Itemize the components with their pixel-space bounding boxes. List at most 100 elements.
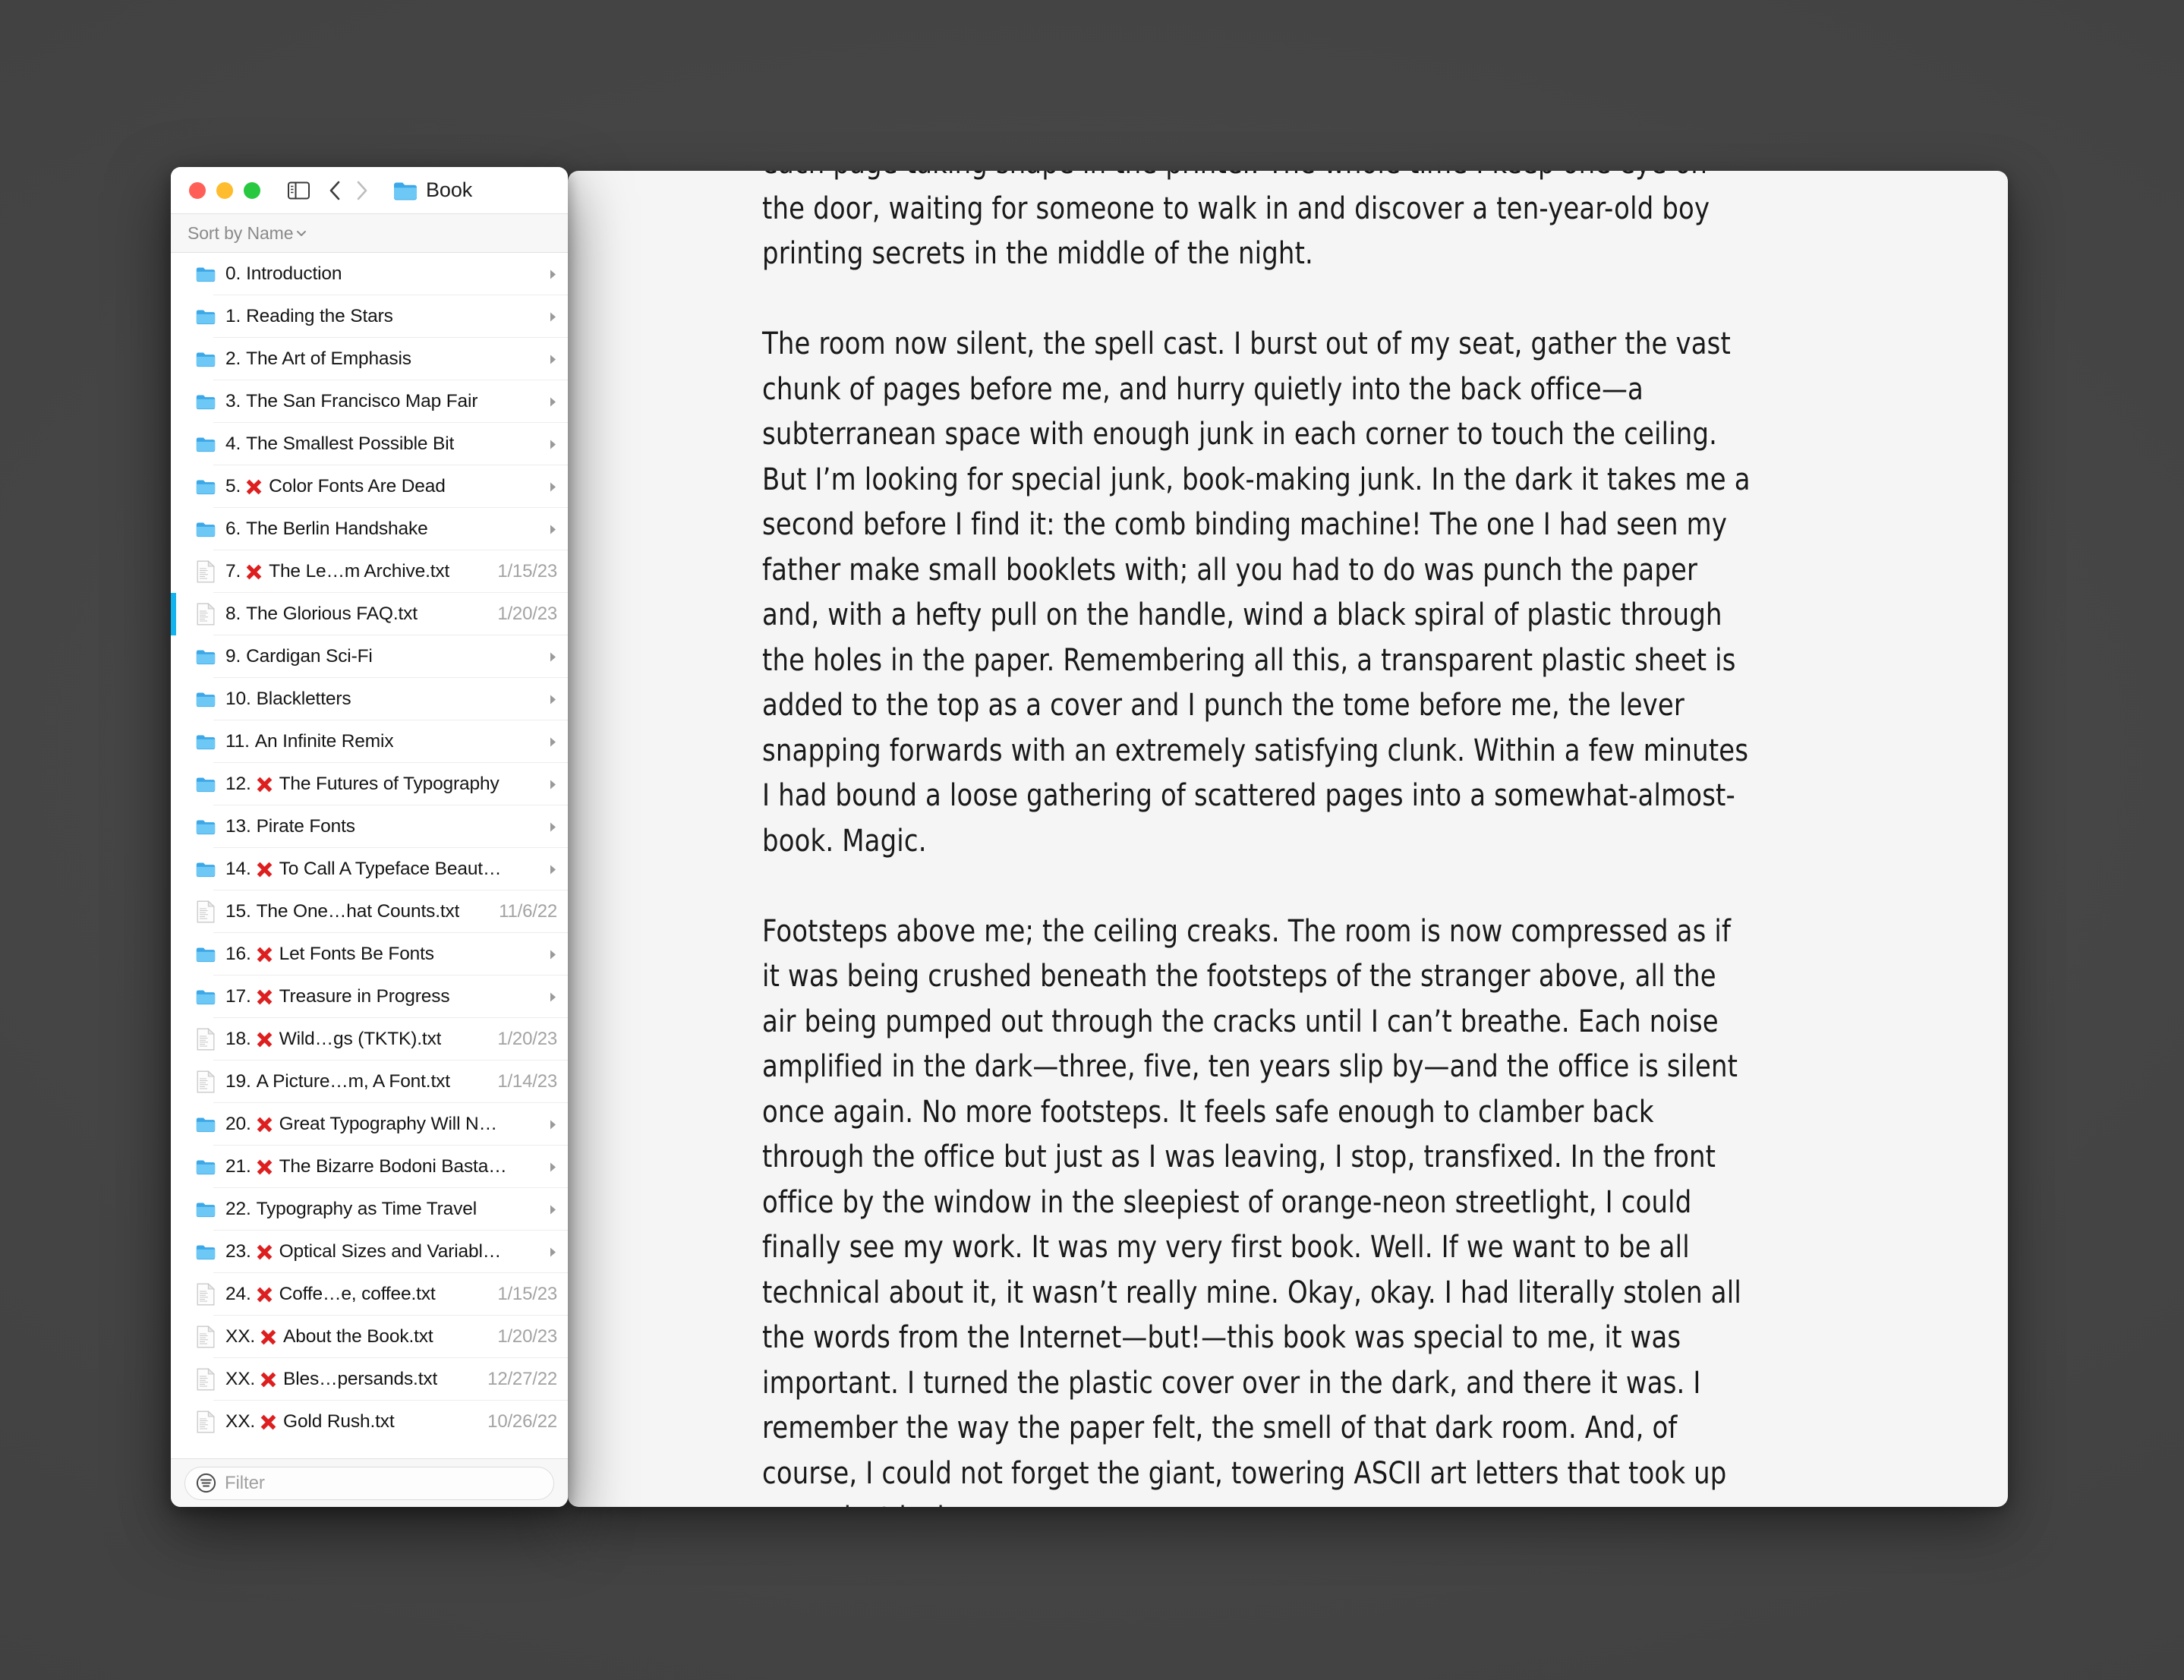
file-list-row[interactable]: XX. About the Book.txt 1/20/23: [171, 1316, 568, 1358]
disclosure-arrow[interactable]: [545, 439, 557, 450]
filter-input[interactable]: Filter: [184, 1466, 554, 1500]
file-list-row[interactable]: 24. Coffe…e, coffee.txt 1/15/23: [171, 1273, 568, 1316]
file-list-row[interactable]: 17. Treasure in Progress: [171, 976, 568, 1018]
file-row-number: 2.: [225, 348, 241, 369]
disclosure-arrow[interactable]: [545, 354, 557, 365]
cross-mark-icon: [255, 775, 274, 794]
file-list-row[interactable]: 22. Typography as Time Travel: [171, 1188, 568, 1231]
file-row-name: The Smallest Possible Bit: [246, 433, 455, 454]
file-list-row[interactable]: 0. Introduction: [171, 253, 568, 295]
file-list-row[interactable]: 20. Great Typography Will N…: [171, 1103, 568, 1146]
chevron-left-icon: [329, 181, 340, 200]
file-list-row[interactable]: 6. The Berlin Handshake: [171, 508, 568, 550]
disclosure-arrow[interactable]: [545, 736, 557, 748]
chevron-right-icon: [550, 1162, 556, 1171]
folder-icon: [196, 267, 216, 282]
file-row-number: XX.: [225, 1326, 256, 1347]
disclosure-arrow[interactable]: [545, 991, 557, 1003]
folder-icon: [196, 347, 216, 371]
maximize-button[interactable]: [244, 181, 260, 199]
disclosure-arrow[interactable]: [545, 779, 557, 790]
file-list-row[interactable]: XX. Gold Rush.txt 10/26/22: [171, 1401, 568, 1443]
file-row-name: The Art of Emphasis: [246, 348, 411, 369]
file-row-number: 19.: [225, 1071, 251, 1092]
disclosure-arrow[interactable]: [545, 949, 557, 960]
disclosure-arrow[interactable]: [545, 524, 557, 535]
file-row-label: 21. The Bizarre Bodoni Basta…: [225, 1156, 537, 1177]
file-list-row[interactable]: 13. Pirate Fonts: [171, 805, 568, 848]
file-row-name: To Call A Typeface Beaut…: [279, 859, 502, 879]
file-list-row[interactable]: 9. Cardigan Sci-Fi: [171, 635, 568, 678]
file-list-row[interactable]: 21. The Bizarre Bodoni Basta…: [171, 1146, 568, 1188]
disclosure-arrow[interactable]: [545, 1204, 557, 1215]
file-list-row[interactable]: 2. The Art of Emphasis: [171, 338, 568, 380]
file-row-date: 1/20/23: [497, 604, 557, 624]
file-list-row[interactable]: 5. Color Fonts Are Dead: [171, 465, 568, 508]
file-list-row[interactable]: 12. The Futures of Typography: [171, 763, 568, 805]
file-row-number: 10.: [225, 689, 251, 709]
chevron-right-icon: [550, 780, 556, 789]
file-list-row[interactable]: 14. To Call A Typeface Beaut…: [171, 848, 568, 890]
file-row-label: 13. Pirate Fonts: [225, 816, 537, 837]
back-button[interactable]: [323, 179, 346, 202]
sidebar-icon: [288, 181, 310, 199]
disclosure-arrow[interactable]: [545, 1162, 557, 1173]
document-paragraph: each page taking shape in the printer. T…: [762, 171, 1710, 271]
file-row-name: The One…hat Counts.txt: [256, 901, 460, 922]
disclosure-arrow[interactable]: [545, 481, 557, 493]
file-row-label: 14. To Call A Typeface Beaut…: [225, 859, 537, 880]
file-list-row[interactable]: 18. Wild…gs (TKTK).txt 1/20/23: [171, 1018, 568, 1061]
disclosure-arrow[interactable]: [545, 269, 557, 280]
cross-mark-icon: [255, 1115, 274, 1134]
file-list-row[interactable]: 16. Let Fonts Be Fonts: [171, 933, 568, 976]
sort-bar[interactable]: Sort by Name: [171, 214, 568, 253]
file-list-row[interactable]: 15. The One…hat Counts.txt 11/6/22: [171, 890, 568, 933]
file-row-label: 23. Optical Sizes and Variabl…: [225, 1241, 537, 1262]
text-file-icon: [197, 560, 215, 583]
file-row-label: 11. An Infinite Remix: [225, 731, 537, 752]
disclosure-arrow[interactable]: [545, 864, 557, 875]
forward-button[interactable]: [351, 179, 373, 202]
document-scroll-area[interactable]: each page taking shape in the printer. T…: [568, 171, 2008, 1507]
file-list-row[interactable]: 19. A Picture…m, A Font.txt 1/14/23: [171, 1061, 568, 1103]
cross-mark-icon: [257, 1287, 272, 1302]
file-list-row[interactable]: 4. The Smallest Possible Bit: [171, 423, 568, 465]
file-list-row[interactable]: 3. The San Francisco Map Fair: [171, 380, 568, 423]
document-panel[interactable]: each page taking shape in the printer. T…: [568, 171, 2008, 1507]
close-button[interactable]: [189, 181, 206, 199]
cross-mark-icon: [260, 1414, 276, 1429]
file-list-row[interactable]: 1. Reading the Stars: [171, 295, 568, 338]
disclosure-arrow[interactable]: [545, 651, 557, 663]
disclosure-arrow[interactable]: [545, 1119, 557, 1130]
text-file-icon: [196, 900, 216, 924]
file-list-row[interactable]: 8. The Glorious FAQ.txt 1/20/23: [171, 593, 568, 635]
file-row-label: 6. The Berlin Handshake: [225, 518, 537, 540]
file-row-name: Cardigan Sci-Fi: [246, 646, 373, 667]
folder-icon: [196, 985, 216, 1009]
file-list-row[interactable]: XX. Bles…persands.txt 12/27/22: [171, 1358, 568, 1401]
file-list-row[interactable]: 11. An Infinite Remix: [171, 720, 568, 763]
filter-icon: [196, 1473, 216, 1493]
sidebar-toggle-button[interactable]: [288, 181, 310, 200]
file-list-row[interactable]: 7. The Le…m Archive.txt 1/15/23: [171, 550, 568, 593]
finder-window[interactable]: Book Sort by Name 0. Introduction 1. Readi…: [171, 167, 568, 1507]
disclosure-arrow[interactable]: [545, 821, 557, 833]
file-row-number: 14.: [225, 859, 251, 879]
folder-icon: [196, 687, 216, 711]
minimize-button[interactable]: [216, 181, 233, 199]
file-list[interactable]: 0. Introduction 1. Reading the Stars 2. The…: [171, 253, 568, 1458]
disclosure-arrow[interactable]: [545, 1247, 557, 1258]
disclosure-arrow[interactable]: [545, 396, 557, 408]
chevron-right-icon: [550, 822, 556, 831]
file-list-row[interactable]: 10. Blackletters: [171, 678, 568, 720]
cross-mark-icon: [257, 1117, 272, 1132]
folder-icon: [196, 692, 216, 708]
file-row-label: 16. Let Fonts Be Fonts: [225, 944, 537, 965]
location-breadcrumb[interactable]: Book: [393, 178, 472, 202]
file-row-number: 8.: [225, 604, 241, 624]
disclosure-arrow[interactable]: [545, 694, 557, 705]
file-row-date: 1/15/23: [497, 1284, 557, 1304]
sort-label: Sort by Name: [188, 222, 294, 243]
disclosure-arrow[interactable]: [545, 311, 557, 323]
file-list-row[interactable]: 23. Optical Sizes and Variabl…: [171, 1231, 568, 1273]
